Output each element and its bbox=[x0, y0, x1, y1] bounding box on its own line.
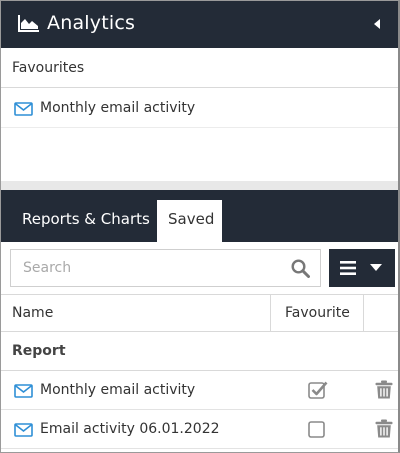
column-header-name[interactable]: Name bbox=[1, 295, 271, 331]
table-header: Name Favourite bbox=[1, 294, 398, 332]
table-group-header: Report bbox=[1, 332, 398, 371]
favourite-checkbox-checked[interactable] bbox=[308, 380, 328, 399]
tab-saved-label[interactable]: Saved bbox=[168, 210, 214, 228]
options-menu-button[interactable] bbox=[329, 249, 395, 287]
panel-title: Analytics bbox=[47, 12, 136, 34]
tab-reports-charts[interactable]: Reports & Charts bbox=[1, 190, 156, 242]
tab-saved[interactable]: Saved bbox=[157, 200, 222, 242]
favourite-item[interactable]: Monthly email activity bbox=[1, 89, 398, 128]
caret-down-icon bbox=[370, 264, 382, 271]
trash-icon[interactable] bbox=[375, 380, 393, 399]
table-row[interactable]: Email activity 06.01.2022 bbox=[1, 410, 398, 449]
section-divider bbox=[1, 181, 398, 190]
caret-left-icon[interactable] bbox=[370, 15, 384, 33]
trash-icon[interactable] bbox=[375, 419, 393, 438]
favourites-heading-label: Favourites bbox=[12, 60, 85, 76]
report-name[interactable]: Monthly email activity bbox=[40, 382, 195, 398]
search-input[interactable] bbox=[11, 250, 286, 286]
tab-reports-charts-label[interactable]: Reports & Charts bbox=[22, 210, 150, 228]
bars-icon bbox=[340, 261, 356, 275]
table-group-label: Report bbox=[12, 343, 66, 359]
analytics-panel: Analytics Favourites Monthly email activ… bbox=[0, 0, 400, 453]
envelope-icon bbox=[14, 102, 33, 116]
column-header-favourite[interactable]: Favourite bbox=[271, 295, 364, 331]
search-icon[interactable] bbox=[291, 259, 310, 278]
envelope-icon bbox=[14, 384, 33, 398]
tab-bar: Reports & Charts Saved bbox=[1, 190, 398, 242]
envelope-icon bbox=[14, 423, 33, 437]
search-box bbox=[10, 249, 321, 287]
report-name[interactable]: Email activity 06.01.2022 bbox=[40, 421, 220, 437]
panel-header: Analytics bbox=[1, 1, 398, 48]
column-header-favourite-label: Favourite bbox=[285, 305, 350, 321]
table-row[interactable]: Monthly email activity bbox=[1, 371, 398, 410]
column-header-name-label: Name bbox=[12, 305, 54, 321]
favourite-item-label[interactable]: Monthly email activity bbox=[40, 100, 195, 116]
area-chart-icon bbox=[18, 15, 39, 32]
favourites-heading: Favourites bbox=[1, 48, 398, 88]
favourite-checkbox-unchecked[interactable] bbox=[308, 419, 328, 438]
